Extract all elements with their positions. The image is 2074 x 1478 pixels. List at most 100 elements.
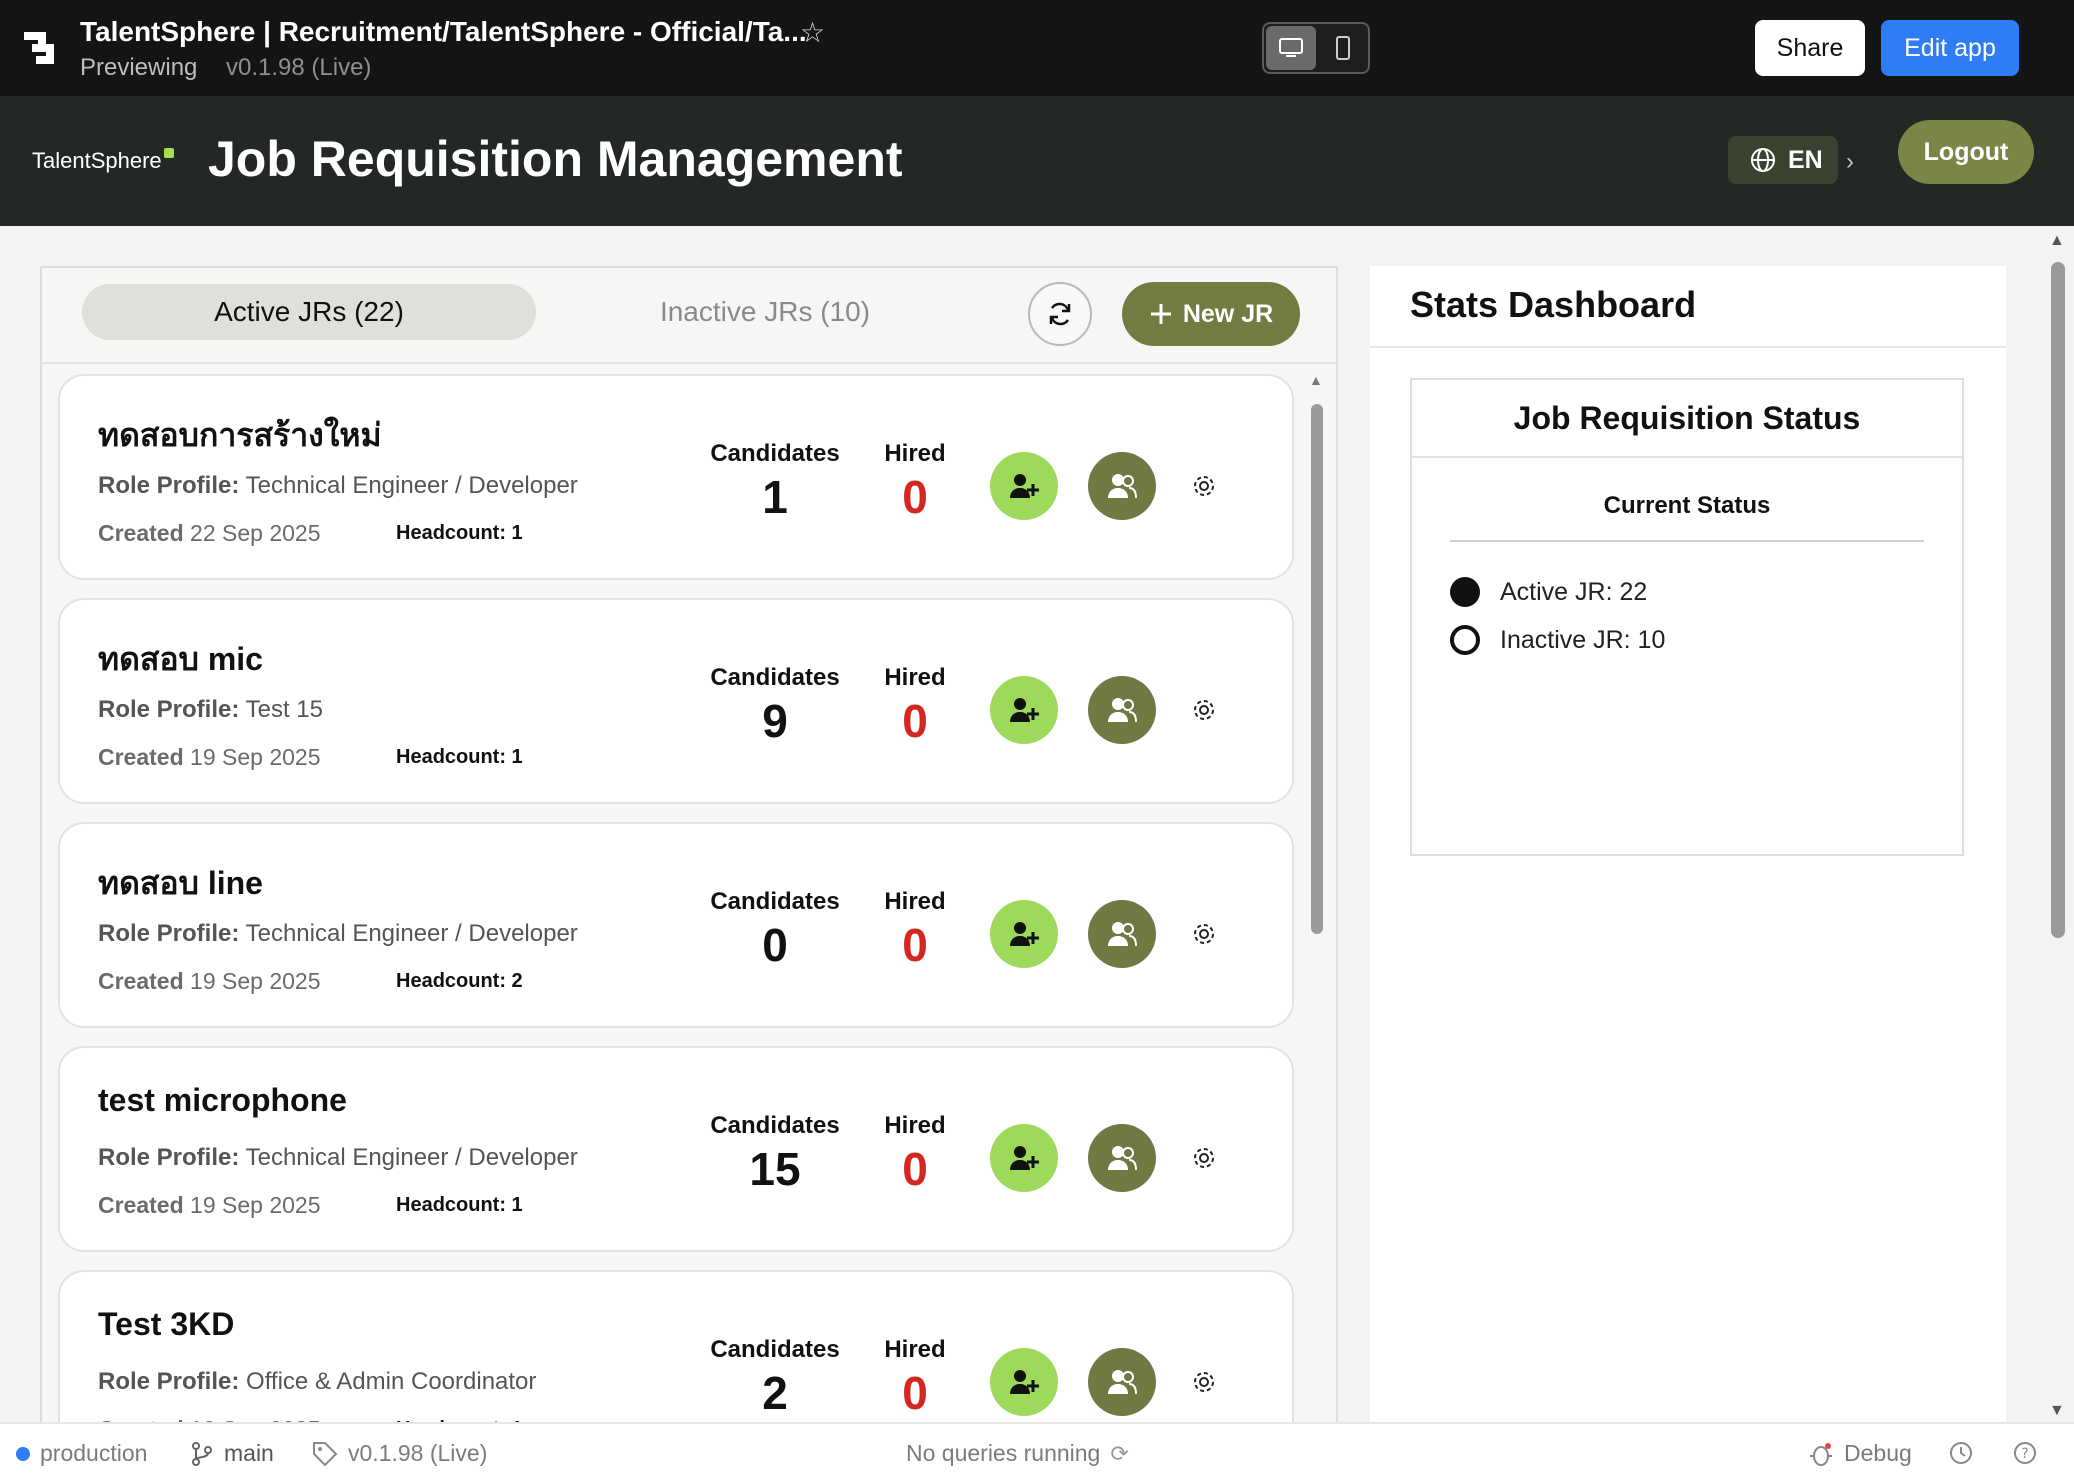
candidates-count: 1 xyxy=(762,471,788,523)
add-person-icon xyxy=(1010,922,1039,946)
sync-icon: ⟳ xyxy=(1110,1440,1129,1466)
job-title[interactable]: Test 3KD xyxy=(98,1306,234,1343)
gear-icon[interactable] xyxy=(1184,690,1224,730)
created-date: Created 19 Sep 2025 xyxy=(98,744,321,771)
add-candidate-button[interactable] xyxy=(990,1348,1058,1416)
candidates-count: 9 xyxy=(762,695,788,747)
share-button[interactable]: Share xyxy=(1755,20,1865,76)
people-icon xyxy=(1108,922,1137,947)
hired-stat: Hired 0 xyxy=(860,1112,970,1196)
top-bar: TalentSphere | Recruitment/TalentSphere … xyxy=(0,0,2074,96)
chevron-right-icon[interactable]: › xyxy=(1846,148,1854,176)
role-value: Technical Engineer / Developer xyxy=(245,472,578,499)
view-candidates-button[interactable] xyxy=(1088,452,1156,520)
job-card[interactable]: ทดสอบการสร้างใหม่ Role Profile: Technica… xyxy=(58,374,1294,580)
gear-icon[interactable] xyxy=(1184,1138,1224,1178)
candidates-stat: Candidates 0 xyxy=(700,888,850,972)
job-card[interactable]: ทดสอบ mic Role Profile: Test 15 Created … xyxy=(58,598,1294,804)
scroll-up-icon[interactable]: ▲ xyxy=(1309,372,1323,388)
history-icon[interactable] xyxy=(1948,1440,1974,1466)
language-selector[interactable]: EN xyxy=(1728,136,1838,184)
candidates-stat: Candidates 2 xyxy=(700,1336,850,1420)
job-card[interactable]: ทดสอบ line Role Profile: Technical Engin… xyxy=(58,822,1294,1028)
branch-indicator[interactable]: main xyxy=(190,1440,274,1467)
branch-label: main xyxy=(224,1440,274,1466)
legend-item-inactive: Inactive JR: 10 xyxy=(1450,616,1665,664)
app-logo-icon[interactable] xyxy=(22,28,60,66)
tab-active-jrs[interactable]: Active JRs (22) xyxy=(82,284,536,340)
job-card[interactable]: Test 3KD Role Profile: Office & Admin Co… xyxy=(58,1270,1294,1426)
job-title[interactable]: test microphone xyxy=(98,1082,347,1119)
hired-label: Hired xyxy=(884,440,946,467)
gear-icon[interactable] xyxy=(1184,914,1224,954)
refresh-button[interactable] xyxy=(1028,282,1092,346)
view-candidates-button[interactable] xyxy=(1088,1124,1156,1192)
debug-label: Debug xyxy=(1844,1440,1912,1466)
headcount: Headcount: 1 xyxy=(396,746,523,768)
add-person-icon xyxy=(1010,1146,1039,1170)
help-icon[interactable]: ? xyxy=(2012,1440,2038,1466)
add-candidate-button[interactable] xyxy=(990,452,1058,520)
hired-label: Hired xyxy=(884,1112,946,1139)
gear-icon[interactable] xyxy=(1184,1362,1224,1402)
view-candidates-button[interactable] xyxy=(1088,1348,1156,1416)
app-title: TalentSphere | Recruitment/TalentSphere … xyxy=(80,16,807,47)
gear-icon[interactable] xyxy=(1184,466,1224,506)
add-candidate-button[interactable] xyxy=(990,900,1058,968)
star-icon[interactable]: ☆ xyxy=(800,16,825,49)
page-scrollbar[interactable]: ▲ ▼ xyxy=(2046,232,2070,1420)
job-title[interactable]: ทดสอบการสร้างใหม่ xyxy=(98,410,382,461)
role-profile: Role Profile: Test 15 xyxy=(98,696,323,724)
brand-logo: TalentSphere xyxy=(32,148,174,174)
mobile-icon[interactable] xyxy=(1318,26,1368,70)
globe-icon xyxy=(1751,148,1775,172)
scroll-thumb[interactable] xyxy=(2051,262,2065,938)
version-indicator[interactable]: v0.1.98 (Live) xyxy=(312,1440,487,1467)
created-prefix: Created xyxy=(98,744,184,770)
role-profile: Role Profile: Office & Admin Coordinator xyxy=(98,1368,536,1396)
created-value: 19 Sep 2025 xyxy=(190,968,321,994)
created-value: 19 Sep 2025 xyxy=(190,1192,321,1218)
hired-label: Hired xyxy=(884,1336,946,1363)
new-jr-button[interactable]: New JR xyxy=(1122,282,1300,346)
bug-icon xyxy=(1810,1442,1832,1466)
scroll-thumb[interactable] xyxy=(1311,404,1323,934)
people-icon xyxy=(1108,474,1137,499)
page-title: Job Requisition Management xyxy=(208,131,903,187)
candidates-stat: Candidates 1 xyxy=(700,440,850,524)
status-bar: production main v0.1.98 (Live) No querie… xyxy=(0,1422,2074,1478)
hired-count: 0 xyxy=(902,919,928,971)
hired-label: Hired xyxy=(884,888,946,915)
environment-indicator[interactable]: production xyxy=(16,1440,147,1467)
candidates-label: Candidates xyxy=(710,440,840,467)
tab-bar: Active JRs (22) Inactive JRs (10) New JR xyxy=(42,268,1336,364)
preview-status: Previewing xyxy=(80,54,198,81)
logout-button[interactable]: Logout xyxy=(1898,120,2034,184)
job-title[interactable]: ทดสอบ mic xyxy=(98,634,263,685)
created-date: Created 19 Sep 2025 xyxy=(98,1192,321,1219)
job-list-scrollbar[interactable]: ▲ xyxy=(1306,372,1328,1426)
edit-app-button[interactable]: Edit app xyxy=(1881,20,2019,76)
hired-count: 0 xyxy=(902,1367,928,1419)
branch-icon xyxy=(192,1441,212,1466)
add-candidate-button[interactable] xyxy=(990,676,1058,744)
tab-inactive-jrs[interactable]: Inactive JRs (10) xyxy=(538,284,992,340)
stats-dashboard: Stats Dashboard Job Requisition Status C… xyxy=(1370,266,2006,1426)
debug-button[interactable]: Debug xyxy=(1808,1440,1912,1467)
scroll-down-icon[interactable]: ▼ xyxy=(2049,1402,2065,1420)
view-candidates-button[interactable] xyxy=(1088,900,1156,968)
role-profile: Role Profile: Technical Engineer / Devel… xyxy=(98,1144,578,1172)
job-card[interactable]: test microphone Role Profile: Technical … xyxy=(58,1046,1294,1252)
created-value: 19 Sep 2025 xyxy=(190,744,321,770)
view-candidates-button[interactable] xyxy=(1088,676,1156,744)
role-prefix: Role Profile: xyxy=(98,696,240,723)
people-icon xyxy=(1108,1146,1137,1171)
device-switch xyxy=(1262,22,1370,74)
scroll-up-icon[interactable]: ▲ xyxy=(2049,232,2065,250)
job-title[interactable]: ทดสอบ line xyxy=(98,858,263,909)
stats-header: Stats Dashboard xyxy=(1370,266,2006,348)
stats-title: Stats Dashboard xyxy=(1410,284,1697,325)
desktop-icon[interactable] xyxy=(1266,26,1316,70)
add-candidate-button[interactable] xyxy=(990,1124,1058,1192)
role-prefix: Role Profile: xyxy=(98,472,240,499)
